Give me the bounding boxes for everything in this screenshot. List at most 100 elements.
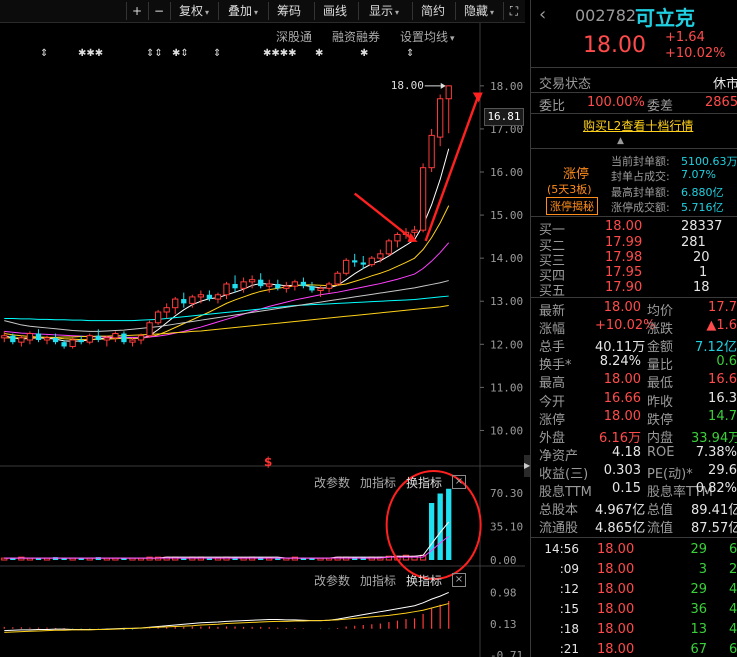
diejia-button[interactable]: 叠加 ▾ — [218, 2, 267, 20]
collapse-arrow-icon[interactable]: ▲ — [617, 136, 624, 146]
candle-body — [146, 322, 153, 337]
weibi-label: 委比 — [539, 99, 566, 114]
tick-extra: 4 — [729, 602, 737, 617]
shengutong-link[interactable]: 深股通 — [276, 28, 312, 45]
tick-price: 18.00 — [597, 542, 635, 557]
adjust-params-link[interactable]: 改参数 — [314, 474, 350, 491]
bid-volume: 28337 — [681, 219, 723, 234]
candle-body — [86, 335, 93, 343]
hide-button[interactable]: 隐藏 ▾ — [455, 2, 502, 20]
fuquan-button[interactable]: 复权 ▾ — [170, 2, 217, 20]
stat-value: 0.15 — [612, 481, 641, 496]
stat-value: 18.00 — [603, 408, 641, 424]
stat-label: 均价 — [647, 304, 674, 319]
status-value: 休市 — [713, 77, 737, 92]
adjust-params-link[interactable]: 改参数 — [314, 572, 350, 589]
candle-body — [172, 298, 179, 309]
y-tick-label: 0.00 — [490, 554, 517, 567]
candle-body — [437, 98, 444, 138]
rongzi-link[interactable]: 融资融券 — [332, 28, 380, 45]
add-indicator-link[interactable]: 加指标 — [360, 474, 396, 491]
bid-price: 18.00 — [605, 219, 643, 234]
tick-time: :15 — [559, 602, 579, 616]
close-icon[interactable]: × — [452, 573, 466, 587]
candle-body — [163, 307, 170, 313]
candle-body — [206, 294, 213, 300]
stat-value: +10.02% — [595, 318, 656, 334]
chart-area[interactable]: 18.00 17.00 16.00 15.00 14.00 13.00 12.00 11.00… — [0, 0, 530, 657]
y-tick-label: 11.00 — [490, 381, 523, 394]
tick-extra: 4 — [729, 622, 737, 637]
candle-body — [154, 311, 162, 324]
close-icon[interactable]: × — [452, 475, 466, 489]
dollar-marker: $ — [264, 455, 273, 469]
candle-body — [445, 85, 452, 100]
zoom-out-button[interactable]: − — [148, 2, 169, 20]
candle-body — [26, 333, 34, 341]
stat-label: 股息TTM — [539, 485, 592, 500]
candle-body — [52, 337, 59, 343]
quote-panel: ‹ 002782 可立克 18.00 +1.64 +10.02% 交易状态 休市… — [530, 0, 737, 657]
zoom-in-button[interactable]: + — [126, 2, 147, 20]
stat-label: 收益(三) — [539, 466, 589, 482]
volume-ma-line — [4, 535, 450, 559]
candle-body — [112, 333, 119, 339]
candle-body — [291, 281, 299, 287]
stat-label: 昨收 — [647, 394, 674, 410]
tick-extra: 4 — [729, 582, 737, 597]
event-marker: ⇕ — [40, 48, 48, 59]
bid-price: 17.95 — [605, 265, 643, 280]
add-indicator-link[interactable]: 加指标 — [360, 572, 396, 589]
display-button[interactable]: 显示 ▾ — [358, 2, 409, 20]
stat-value: 4.18 — [612, 444, 641, 460]
price-change: +1.64 — [665, 30, 705, 45]
y-tick-label: 18.00 — [490, 80, 523, 93]
stat-value: 0.6 — [716, 354, 737, 370]
current-price-tag: 16.81 — [484, 108, 524, 126]
jianyue-button[interactable]: 简约 — [412, 2, 453, 20]
l2-upgrade-link[interactable]: 购买L2查看十档行情 — [583, 117, 693, 134]
chouma-button[interactable]: 筹码 — [268, 2, 309, 20]
stat-label: 涨停 — [539, 412, 566, 428]
bid-volume: 18 — [693, 280, 710, 295]
candle-body — [411, 229, 418, 233]
stat-value: 6.16万 — [599, 430, 641, 446]
tick-time: :12 — [559, 582, 579, 596]
fd-value-3: 5.716亿 — [681, 201, 724, 214]
price-change-pct: +10.02% — [665, 46, 726, 61]
tick-price: 18.00 — [597, 622, 635, 637]
stat-value: 4.865亿 — [595, 521, 646, 537]
candle-body — [283, 285, 290, 289]
stat-label: 净资产 — [539, 448, 579, 464]
chevron-down-icon: ▾ — [254, 8, 259, 17]
candle-body — [352, 260, 358, 263]
candle-body — [223, 283, 230, 296]
tick-extra: 6 — [729, 542, 737, 557]
tick-price: 18.00 — [597, 562, 635, 577]
chevron-down-icon: ▾ — [450, 34, 455, 44]
last-price: 18.00 — [583, 33, 646, 58]
switch-indicator-link[interactable]: 换指标 — [406, 572, 442, 589]
zt-jiemi-button[interactable]: 涨停揭秘 — [546, 197, 598, 215]
candle-body — [78, 340, 84, 343]
huaxian-button[interactable]: 画线 — [314, 2, 355, 20]
event-marker: ✱✱✱ — [78, 48, 103, 59]
y-tick-label: 16.00 — [490, 166, 523, 179]
set-ma-link[interactable]: 设置均线 ▾ — [400, 28, 455, 45]
candle-body — [103, 337, 110, 341]
back-chevron-icon[interactable]: ‹ — [539, 4, 546, 25]
y-tick-label: 70.30 — [490, 487, 523, 500]
candle-body — [137, 335, 145, 341]
stat-label: 涨跌 — [647, 322, 674, 338]
trend-arrow — [353, 192, 416, 242]
stat-label: 外盘 — [539, 430, 566, 446]
fd-label-2: 最高封单额: — [611, 186, 670, 199]
y-tick-label: 15.00 — [490, 209, 523, 222]
kline-chart[interactable]: 18.0017.0016.0015.0014.0013.0012.0011.00… — [0, 0, 525, 657]
candle-body — [181, 299, 187, 304]
expand-icon[interactable]: ⛶ — [503, 2, 524, 20]
stat-value: 0.303 — [603, 462, 641, 478]
candle-body — [394, 233, 401, 242]
switch-indicator-link[interactable]: 换指标 — [406, 474, 442, 491]
tick-volume: 13 — [690, 622, 707, 637]
